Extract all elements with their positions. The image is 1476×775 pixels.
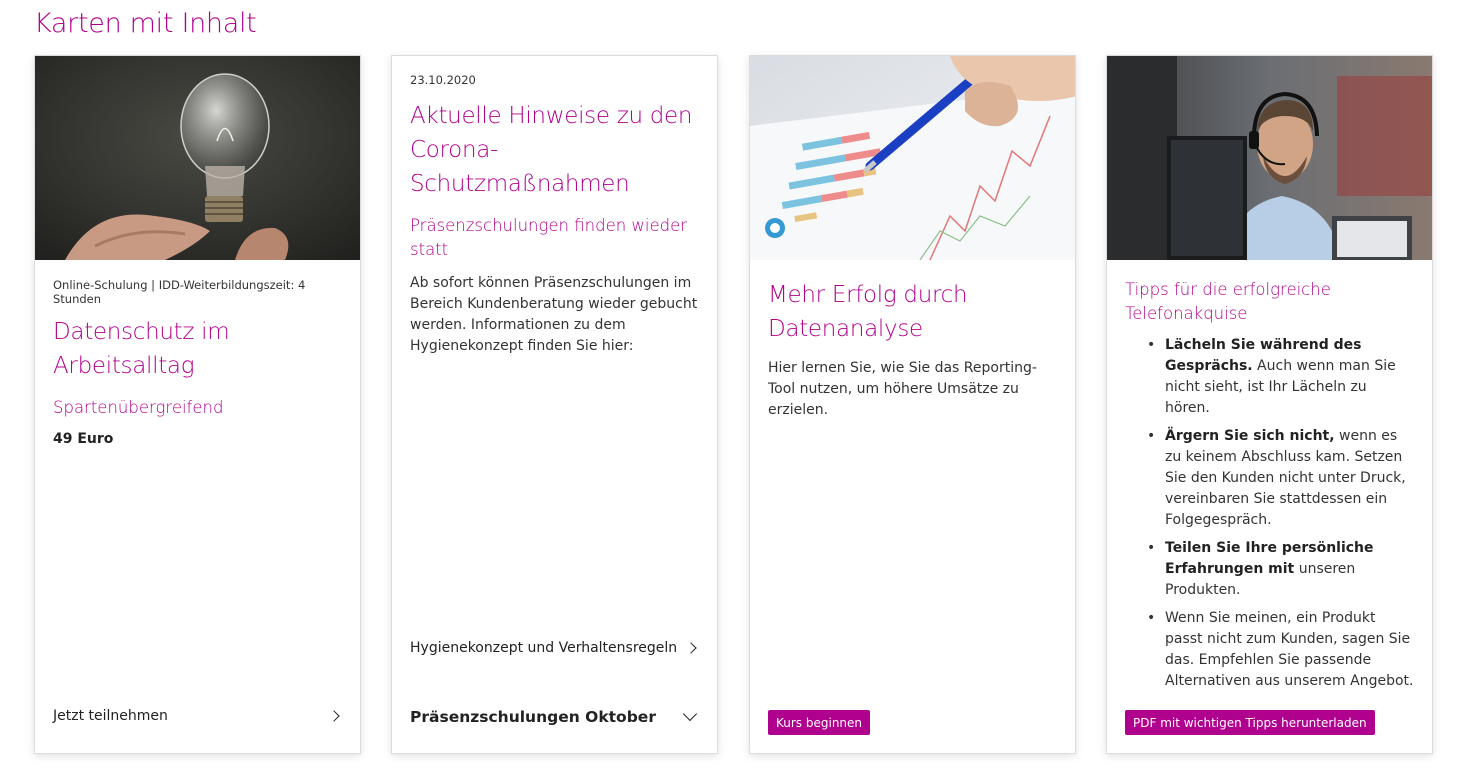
accordion-label: Präsenzschulungen Oktober xyxy=(410,708,656,726)
join-now-label: Jetzt teilnehmen xyxy=(53,708,168,724)
course-price: 49 Euro xyxy=(53,431,114,447)
chevron-right-icon xyxy=(328,710,340,722)
tips-card-telefonakquise: Tipps für die erfolgreiche Telefonakquis… xyxy=(1106,55,1433,754)
news-date: 23.10.2020 xyxy=(410,73,476,87)
card-text: Hier lernen Sie, wie Sie das Reporting-T… xyxy=(768,360,1037,418)
call-center-agent-image xyxy=(1107,56,1432,260)
hygiene-concept-link[interactable]: Hygienekonzept und Verhaltensregeln xyxy=(410,640,699,656)
tips-list: Lächeln Sie während des Gesprächs. Auch … xyxy=(1125,335,1414,692)
list-item: Wenn Sie meinen, ein Produkt passt nicht… xyxy=(1147,608,1414,692)
page-title: Karten mit Inhalt xyxy=(34,8,257,39)
course-card-datenanalyse: Mehr Erfolg durch Datenanalyse Hier lern… xyxy=(749,55,1076,754)
card-title: Datenschutz im Arbeitsalltag xyxy=(53,319,230,379)
card-text: Ab sofort können Präsenzschulungen im Be… xyxy=(410,275,698,354)
course-card-datenschutz: Online-Schulung | IDD-Weiterbildungszeit… xyxy=(34,55,361,754)
chart-analysis-image xyxy=(750,56,1075,260)
card-subtitle: Spartenübergreifend xyxy=(53,398,224,417)
card-title: Mehr Erfolg durch Datenanalyse xyxy=(768,282,968,342)
start-course-button[interactable]: Kurs beginnen xyxy=(768,710,871,735)
card-subtitle: Präsenzschulungen finden wieder statt xyxy=(410,216,688,259)
news-card-corona: 23.10.2020 Aktuelle Hinweise zu den Coro… xyxy=(391,55,718,754)
card-title: Aktuelle Hinweise zu den Corona-Schutzma… xyxy=(410,103,693,197)
list-item: Ärgern Sie sich nicht, wenn es zu keinem… xyxy=(1147,426,1414,531)
chevron-right-icon xyxy=(685,642,697,654)
course-meta: Online-Schulung | IDD-Weiterbildungszeit… xyxy=(53,278,306,306)
light-bulb-image xyxy=(35,56,360,260)
chevron-down-icon xyxy=(682,706,698,722)
list-item: Lächeln Sie während des Gesprächs. Auch … xyxy=(1147,335,1414,419)
join-now-link[interactable]: Jetzt teilnehmen xyxy=(53,708,342,724)
hygiene-concept-label: Hygienekonzept und Verhaltensregeln xyxy=(410,640,678,656)
list-item: Teilen Sie Ihre persönliche Erfahrungen … xyxy=(1147,538,1414,601)
accordion-praesenzschulungen[interactable]: Präsenzschulungen Oktober xyxy=(410,706,699,726)
card-title: Tipps für die erfolgreiche Telefonakquis… xyxy=(1125,280,1331,323)
download-pdf-button[interactable]: PDF mit wichtigen Tipps herunterladen xyxy=(1125,710,1375,735)
